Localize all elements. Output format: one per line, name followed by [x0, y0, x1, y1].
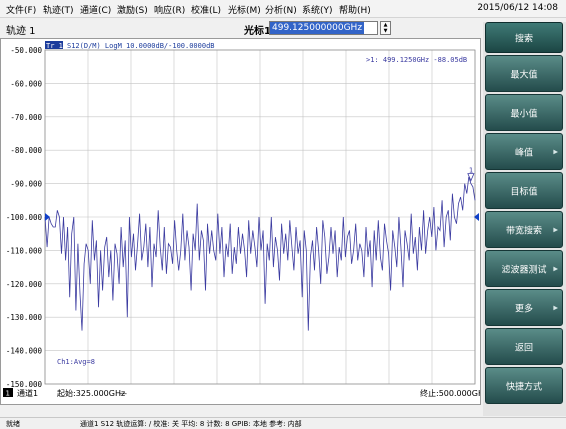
- marker-frequency-value: 499.125000000GHz: [270, 22, 365, 34]
- stop-frequency-label: 终止:500.000GHz: [420, 388, 480, 398]
- averaging-label: Ch1:Avg=8: [57, 358, 95, 366]
- trace-tag[interactable]: Tr 1: [46, 42, 63, 50]
- menu-help[interactable]: 帮助(H): [339, 3, 371, 16]
- y-axis-label: -50.000: [10, 46, 42, 55]
- y-axis-label: -130.000: [6, 313, 43, 322]
- y-axis-labels: -50.000 -60.000 -70.000 -80.000 -90.000 -100.…: [6, 46, 43, 389]
- softkey-label: 快捷方式: [505, 382, 542, 392]
- menu-calibrate[interactable]: 校准(L): [191, 3, 221, 16]
- channel-number: 1: [6, 390, 10, 398]
- plot-grid: [44, 49, 476, 385]
- marker-spinner[interactable]: ▲ ▼: [380, 21, 391, 35]
- menu-marker[interactable]: 光标(M): [228, 3, 261, 16]
- y-axis-label: -90.000: [10, 180, 42, 189]
- y-axis-label: -100.000: [6, 213, 43, 222]
- status-bar: 就绪 通道1 S12 轨迹运算: / 校准: 关 平均: 8 计数: 8 GPI…: [0, 417, 566, 429]
- plot-canvas: -50.000 -60.000 -70.000 -80.000 -90.000 -100.…: [3, 41, 480, 398]
- softkey-label: 滤波器测试: [501, 265, 547, 275]
- softkey-label: 峰值: [514, 148, 533, 158]
- softkey-label: 目标值: [510, 187, 538, 197]
- marker-number: 1: [469, 167, 473, 175]
- softkey-label: 更多: [514, 304, 533, 314]
- start-frequency-label: 起始:325.000GHz: [57, 388, 125, 398]
- datetime-display: 2015/06/12 14:08: [477, 3, 558, 13]
- y-axis-label: -110.000: [6, 246, 43, 255]
- softkey-filter-test[interactable]: 滤波器测试 ▶: [485, 250, 563, 287]
- status-info: 通道1 S12 轨迹运算: / 校准: 关 平均: 8 计数: 8 GPIB: …: [80, 420, 302, 428]
- channel-label: 通道1: [17, 388, 38, 398]
- marker-frequency-input[interactable]: 499.125000000GHz: [269, 21, 378, 35]
- y-axis-label: -80.000: [10, 146, 42, 155]
- y-axis-label: -150.000: [6, 380, 43, 389]
- menu-file[interactable]: 文件(F): [6, 3, 36, 16]
- softkey-label: 搜索: [514, 34, 533, 44]
- menu-analysis[interactable]: 分析(N): [265, 3, 297, 16]
- menu-response[interactable]: 响应(R): [154, 3, 185, 16]
- toolbar: 轨迹 1 光标1 499.125000000GHz ▲ ▼: [0, 19, 481, 37]
- softkey-peak[interactable]: 峰值 ▶: [485, 133, 563, 170]
- y-axis-label: -140.000: [6, 347, 43, 356]
- softkey-bandwidth-search[interactable]: 带宽搜索 ▶: [485, 211, 563, 248]
- softkey-max[interactable]: 最大值: [485, 55, 563, 92]
- y-axis-label: -70.000: [10, 113, 42, 122]
- softkey-panel: 搜索 最大值 最小值 峰值 ▶ 目标值 带宽搜索 ▶ 滤波器测试 ▶ 更多 ▶ …: [483, 22, 566, 416]
- softkey-search[interactable]: 搜索: [485, 22, 563, 53]
- marker-label: 光标1: [244, 26, 271, 37]
- softkey-label: 最小值: [510, 109, 538, 119]
- active-trace-label: 轨迹 1: [6, 26, 36, 37]
- status-state: 就绪: [6, 420, 20, 428]
- spin-down-icon[interactable]: ▼: [381, 28, 390, 34]
- softkey-back[interactable]: 返回: [485, 328, 563, 365]
- softkey-label: 最大值: [510, 70, 538, 80]
- trace-info: S12(D/M) LogM 10.0000dB/-100.0000dB: [67, 42, 215, 50]
- softkey-target[interactable]: 目标值: [485, 172, 563, 209]
- softkey-label: 带宽搜索: [505, 226, 542, 236]
- softkey-label: 返回: [514, 343, 533, 353]
- menu-trace[interactable]: 轨迹(T): [43, 3, 74, 16]
- marker-readout: >1: 499.1250GHz -88.05dB: [366, 56, 467, 64]
- softkey-more[interactable]: 更多 ▶: [485, 289, 563, 326]
- menu-channel[interactable]: 通道(C): [80, 3, 111, 16]
- start-dash: —: [119, 389, 127, 398]
- measurement-plot[interactable]: -50.000 -60.000 -70.000 -80.000 -90.000 -100.…: [0, 38, 481, 405]
- submenu-arrow-icon: ▶: [553, 226, 558, 233]
- softkey-min[interactable]: 最小值: [485, 94, 563, 131]
- submenu-arrow-icon: ▶: [553, 304, 558, 311]
- softkey-shortcut[interactable]: 快捷方式: [485, 367, 563, 404]
- menu-system[interactable]: 系统(Y): [302, 3, 333, 16]
- y-axis-label: -60.000: [10, 79, 42, 88]
- menu-stimulus[interactable]: 激励(S): [117, 3, 148, 16]
- menu-bar: 文件(F) 轨迹(T) 通道(C) 激励(S) 响应(R) 校准(L) 光标(M…: [0, 0, 566, 18]
- submenu-arrow-icon: ▶: [553, 265, 558, 272]
- submenu-arrow-icon: ▶: [553, 148, 558, 155]
- y-axis-label: -120.000: [6, 280, 43, 289]
